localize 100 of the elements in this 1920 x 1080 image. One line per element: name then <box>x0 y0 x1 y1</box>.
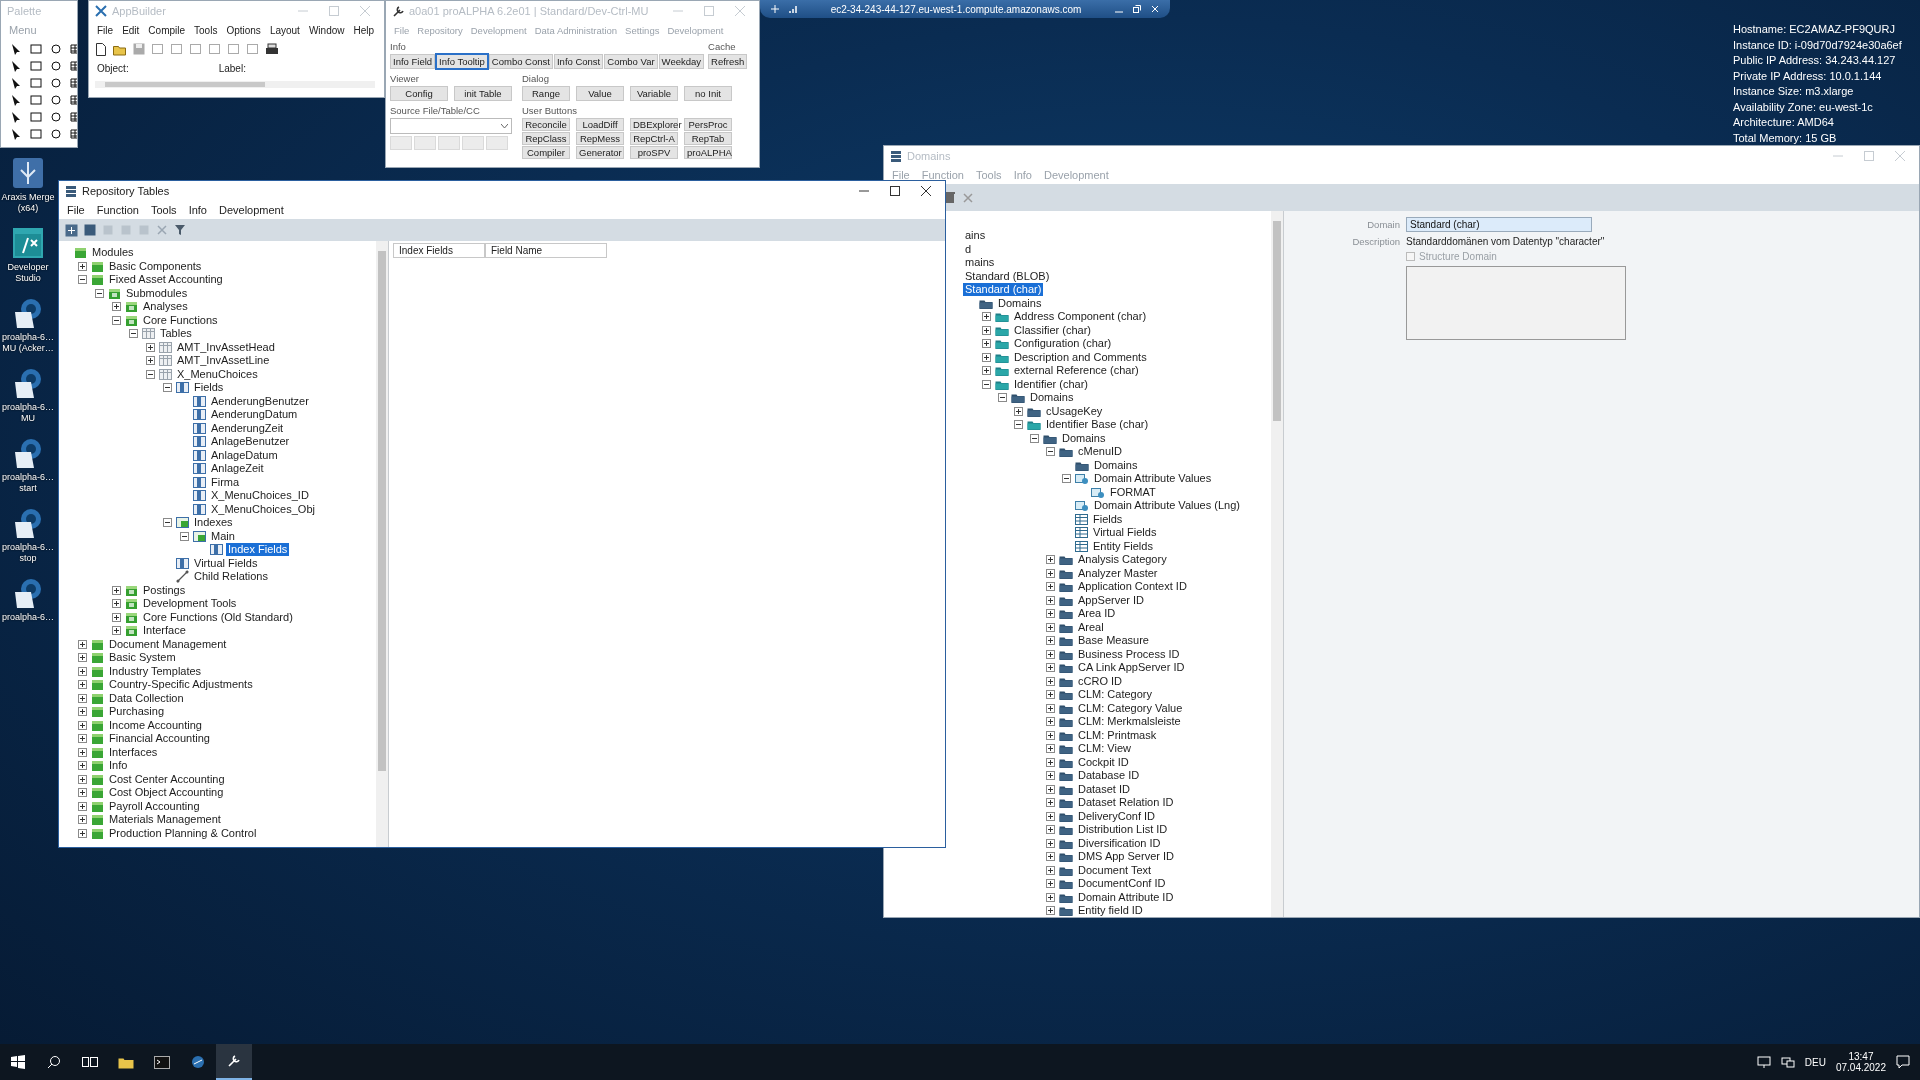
expander-icon[interactable] <box>982 339 991 349</box>
tree-item[interactable]: Address Component (char) <box>1012 310 1149 324</box>
tree-item[interactable]: Analyzer Master <box>1076 566 1160 580</box>
expander-icon[interactable] <box>1046 690 1055 700</box>
user-button[interactable]: LoadDiff <box>576 118 624 131</box>
tree-item[interactable]: Main <box>209 529 237 543</box>
user-button[interactable]: Reconcile <box>522 118 570 131</box>
expander-icon[interactable] <box>1062 474 1071 484</box>
vertical-scrollbar[interactable] <box>376 241 388 847</box>
tree-item[interactable]: Domains <box>1060 431 1108 445</box>
tree-item[interactable]: Domains <box>1028 391 1076 405</box>
tree-item[interactable]: Dataset ID <box>1076 782 1132 796</box>
menu-item[interactable]: Tools <box>194 24 218 36</box>
tree-item[interactable]: Materials Management <box>107 813 223 827</box>
tree-item[interactable]: ains <box>963 229 988 243</box>
tree-item[interactable]: Child Relations <box>192 570 270 584</box>
tree-item[interactable]: Area ID <box>1076 607 1118 621</box>
dialog-button[interactable]: Range <box>522 86 570 101</box>
menu-item[interactable]: Function <box>96 204 139 216</box>
expander-icon[interactable] <box>1046 811 1055 821</box>
expander-icon[interactable] <box>78 720 87 730</box>
expander-icon[interactable] <box>1046 622 1055 632</box>
expander-icon[interactable] <box>78 639 87 649</box>
tree-item[interactable]: Identifier Base (char) <box>1044 418 1151 432</box>
expander-icon[interactable] <box>95 288 104 298</box>
expander-icon[interactable] <box>163 383 172 393</box>
tree-item[interactable]: mains <box>963 256 997 270</box>
info-button[interactable]: Info Tooltip <box>436 54 488 69</box>
tree-item[interactable]: Basic System <box>107 651 178 665</box>
tree-item[interactable]: Entity field ID <box>1076 904 1145 917</box>
tree-item[interactable]: cUsageKey <box>1044 404 1105 418</box>
expander-icon[interactable] <box>1046 892 1055 902</box>
wrench-app-button[interactable] <box>216 1044 252 1080</box>
dialog-button[interactable]: no Init <box>684 86 732 101</box>
tree-item[interactable]: DMS App Server ID <box>1076 850 1176 864</box>
expander-icon[interactable] <box>146 369 155 379</box>
tree-item[interactable]: X_MenuChoices <box>175 367 260 381</box>
tree-item[interactable]: Analyses <box>141 300 190 314</box>
tree-item[interactable]: Document Text <box>1076 863 1154 877</box>
tree-item[interactable]: Purchasing <box>107 705 167 719</box>
palette-tool-icon[interactable] <box>49 42 63 56</box>
expander-icon[interactable] <box>112 599 121 609</box>
tree-item[interactable]: Cost Center Accounting <box>107 772 227 786</box>
menu-item[interactable]: Options <box>226 24 261 36</box>
menu-item[interactable]: Edit <box>122 24 140 36</box>
expander-icon[interactable] <box>78 666 87 676</box>
expander-icon[interactable] <box>78 747 87 757</box>
info-button[interactable]: Weekday <box>658 54 705 69</box>
viewer-button[interactable]: init Table <box>454 86 512 101</box>
expander-icon[interactable] <box>1046 609 1055 619</box>
tree-item[interactable]: Interface <box>141 624 188 638</box>
expander-icon[interactable] <box>1046 865 1055 875</box>
expander-icon[interactable] <box>1046 717 1055 727</box>
tree-item[interactable]: Application Context ID <box>1076 580 1189 594</box>
expander-icon[interactable] <box>163 518 172 528</box>
expander-icon[interactable] <box>112 612 121 622</box>
expander-icon[interactable] <box>78 774 87 784</box>
tree-item[interactable]: Production Planning & Control <box>107 826 259 840</box>
domain-field[interactable]: Standard (char) <box>1406 217 1592 232</box>
expander-icon[interactable] <box>1046 676 1055 686</box>
dialog-button[interactable]: Value <box>576 86 624 101</box>
tree-item[interactable]: Indexes <box>192 516 235 530</box>
expander-icon[interactable] <box>78 680 87 690</box>
expander-icon[interactable] <box>1030 433 1039 443</box>
tree-item[interactable]: Base Measure <box>1076 634 1151 648</box>
tree-item[interactable]: Domain Attribute ID <box>1076 890 1176 904</box>
desktop-icon-label[interactable]: proalpha-6… start <box>0 472 56 494</box>
tree-item[interactable]: AenderungDatum <box>209 408 300 422</box>
expander-icon[interactable] <box>112 626 121 636</box>
tree-item[interactable]: AMT_InvAssetLine <box>175 354 272 368</box>
expander-icon[interactable] <box>1046 703 1055 713</box>
filter-icon[interactable] <box>174 224 186 236</box>
tree-item[interactable]: Fixed Asset Accounting <box>107 273 225 287</box>
clock-date[interactable]: 07.04.2022 <box>1835 1062 1886 1073</box>
tree-item[interactable]: Domain Attribute Values <box>1092 472 1214 486</box>
expander-icon[interactable] <box>1046 663 1055 673</box>
expander-icon[interactable] <box>78 261 87 271</box>
tree-item[interactable]: Business Process ID <box>1076 647 1182 661</box>
checkbox[interactable] <box>1406 252 1415 261</box>
restore-icon[interactable] <box>1132 4 1142 14</box>
menu-item[interactable]: Window <box>308 24 345 36</box>
desktop-icon-label[interactable]: Araxis Merge (x64) <box>0 192 56 214</box>
expander-icon[interactable] <box>1046 555 1055 565</box>
expander-icon[interactable] <box>982 325 991 335</box>
expander-icon[interactable] <box>78 788 87 798</box>
tree-item[interactable]: Areal <box>1076 620 1106 634</box>
expander-icon[interactable] <box>78 761 87 771</box>
palette-tool-icon[interactable] <box>49 93 63 107</box>
expander-icon[interactable] <box>1046 568 1055 578</box>
tree-item[interactable]: AnlageDatum <box>209 448 280 462</box>
user-button[interactable]: RepTab <box>684 132 732 145</box>
tree-item[interactable]: X_MenuChoices_Obj <box>209 502 317 516</box>
tree-item[interactable]: Basic Components <box>107 259 204 273</box>
info-button[interactable]: Combo Var <box>604 54 658 69</box>
expander-icon[interactable] <box>78 653 87 663</box>
pin-icon[interactable] <box>770 4 780 14</box>
tree-item[interactable]: Submodules <box>124 286 190 300</box>
expander-icon[interactable] <box>1046 649 1055 659</box>
expander-icon[interactable] <box>982 352 991 362</box>
expander-icon[interactable] <box>78 828 87 838</box>
